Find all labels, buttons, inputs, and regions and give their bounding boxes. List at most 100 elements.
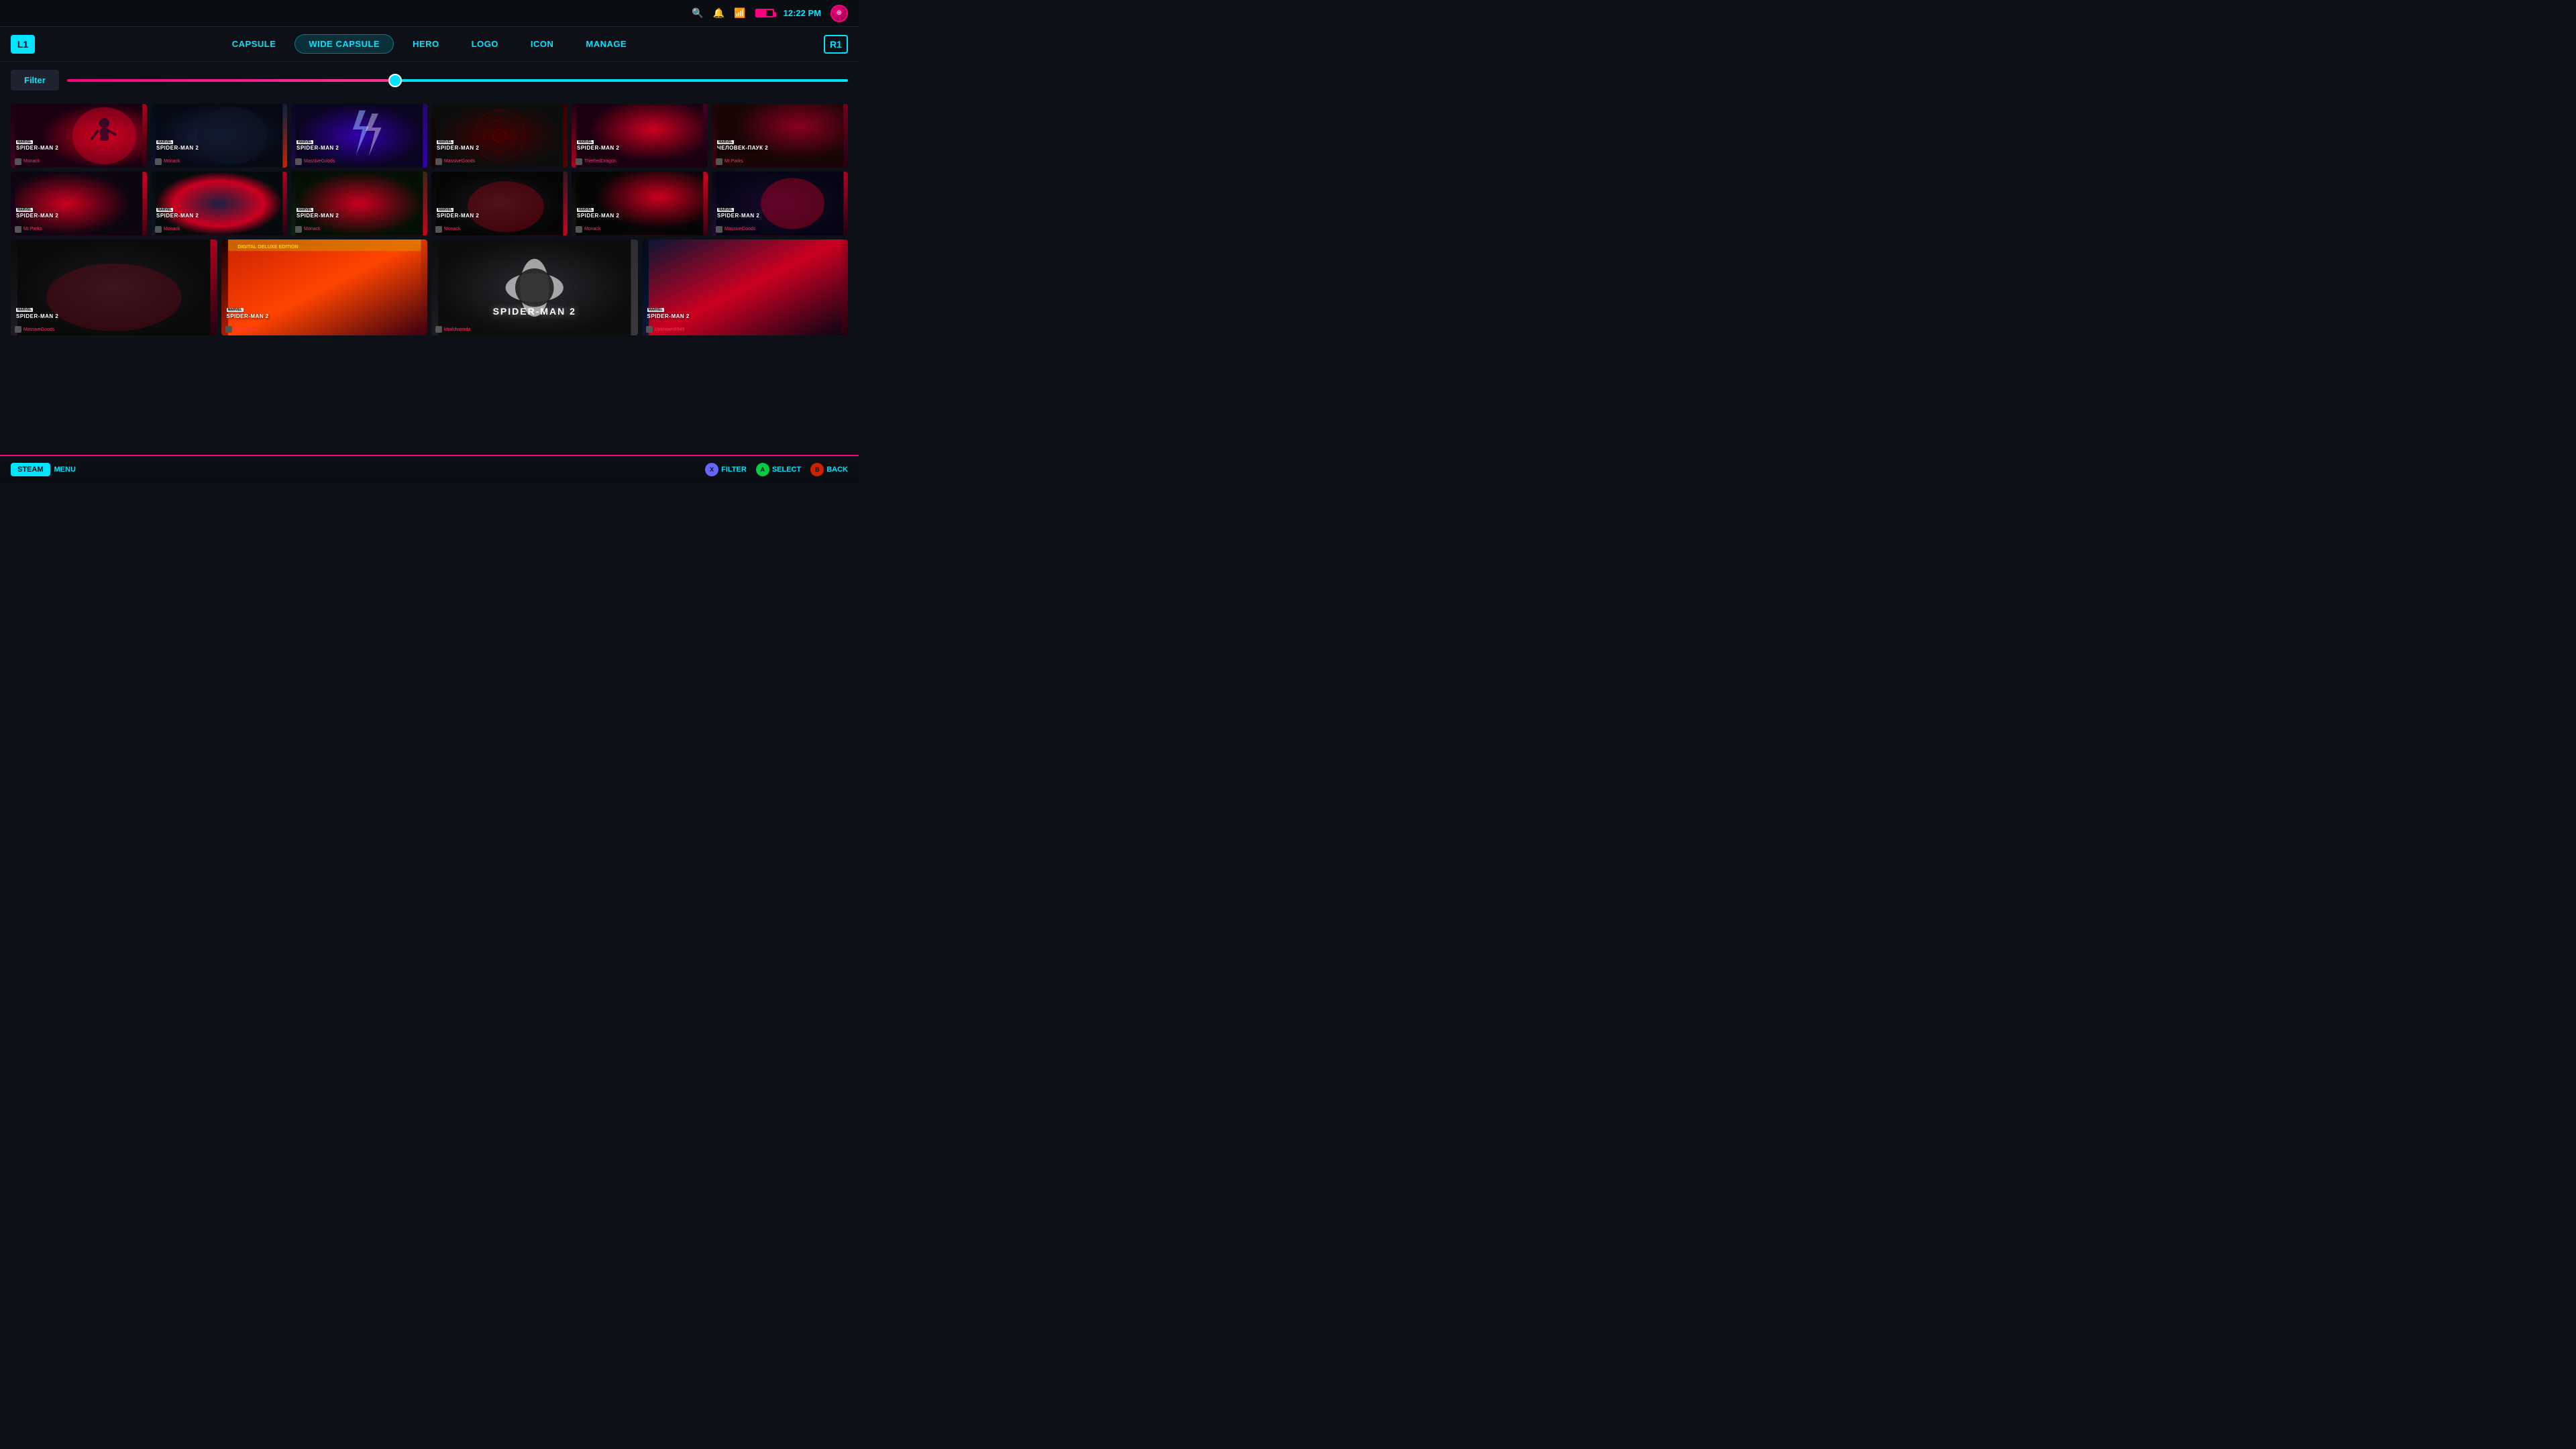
filter-button[interactable]: Filter xyxy=(11,70,59,91)
author-name: Mr.Parks xyxy=(724,159,743,164)
author-avatar-icon xyxy=(15,158,21,165)
author-avatar-icon xyxy=(155,158,162,165)
list-item[interactable]: SPIDER-MAN 2 khalidvamda xyxy=(431,239,638,336)
select-action: A SELECT xyxy=(756,463,801,476)
author-row: MassiveGoods xyxy=(716,226,755,233)
a-button-icon[interactable]: A xyxy=(756,463,769,476)
grid-row-1: MARVEL SPIDER-MAN 2 Monack MARVEL SPIDER xyxy=(11,104,848,168)
list-item[interactable]: MARVEL SPIDER-MAN 2 MassiveGoods xyxy=(431,104,568,168)
author-avatar-icon xyxy=(646,326,653,333)
r1-button[interactable]: R1 xyxy=(824,35,848,54)
author-avatar-icon xyxy=(155,226,162,233)
list-item[interactable]: MARVEL SPIDER-MAN 2 MassiveGoods xyxy=(291,104,427,168)
game-title: SPIDER-MAN 2 xyxy=(297,213,339,219)
author-avatar-icon xyxy=(576,226,582,233)
avatar[interactable]: ⊕ xyxy=(830,5,848,22)
game-title: SPIDER-MAN 2 xyxy=(16,145,58,152)
author-avatar-icon xyxy=(435,226,442,233)
filter-slider-thumb[interactable] xyxy=(388,74,402,87)
grid-row-2: MARVEL SPIDER-MAN 2 Mr.Parks MARVEL SPID… xyxy=(11,172,848,235)
author-row: Monack xyxy=(155,226,180,233)
list-item[interactable]: MARVEL SPIDER-MAN 2 Unknown6949 xyxy=(642,239,849,336)
filter-action-label: FILTER xyxy=(721,466,747,474)
list-item[interactable]: MARVEL SPIDER-MAN 2 Mr.Parks xyxy=(11,172,147,235)
tab-capsule[interactable]: CAPSULE xyxy=(219,35,290,53)
nav-bar: L1 CAPSULE WIDE CAPSULE HERO LOGO ICON M… xyxy=(0,27,859,62)
author-row: khalidvamda xyxy=(435,326,470,333)
system-bar: 🔍 🔔 📶 12:22 PM ⊕ xyxy=(0,0,859,27)
author-name: khalidvamda xyxy=(444,327,470,332)
b-button-icon[interactable]: B xyxy=(810,463,824,476)
game-logo: SPIDER-MAN 2 xyxy=(493,306,576,317)
thumb-art xyxy=(642,239,849,336)
author-name: Monack xyxy=(584,227,601,231)
game-thumbnail: MARVEL SPIDER-MAN 2 xyxy=(11,239,217,336)
marvel-label: MARVEL xyxy=(577,208,594,212)
game-title: SPIDER-MAN 2 xyxy=(16,213,58,219)
tab-wide-capsule[interactable]: WIDE CAPSULE xyxy=(294,34,394,54)
marvel-label: MARVEL xyxy=(16,208,33,212)
slider-fill xyxy=(67,79,395,82)
author-name: Mr.Parks xyxy=(23,227,42,231)
nav-tabs: CAPSULE WIDE CAPSULE HERO LOGO ICON MANA… xyxy=(219,34,640,54)
game-title: SPIDER-MAN 2 xyxy=(577,213,619,219)
list-item[interactable]: MARVEL SPIDER-MAN 2 Monack xyxy=(151,104,287,168)
list-item[interactable]: MARVEL SPIDER-MAN 2 MassiveGoods xyxy=(11,239,217,336)
author-avatar-icon xyxy=(225,326,232,333)
author-avatar-icon xyxy=(295,158,302,165)
bottom-right: X FILTER A SELECT B BACK xyxy=(705,463,848,476)
battery-icon xyxy=(755,9,774,17)
author-name: Monack xyxy=(444,227,461,231)
tab-logo[interactable]: LOGO xyxy=(458,35,512,53)
filter-action: X FILTER xyxy=(705,463,747,476)
search-icon[interactable]: 🔍 xyxy=(692,7,703,19)
game-title: SPIDER-MAN 2 xyxy=(647,313,690,320)
author-row: Monack xyxy=(576,226,601,233)
author-avatar-icon xyxy=(716,158,722,165)
steam-button[interactable]: STEAM xyxy=(11,463,50,476)
grid-row-3: MARVEL SPIDER-MAN 2 MassiveGoods DIGITAL… xyxy=(11,239,848,336)
game-title: SPIDER-MAN 2 xyxy=(297,145,339,152)
wifi-icon: 📶 xyxy=(734,7,745,19)
tab-hero[interactable]: HERO xyxy=(399,35,453,53)
author-name: TheRedDragon xyxy=(584,159,616,164)
game-thumbnail: DIGITAL DELUXE EDITION MARVEL SPIDER-MAN… xyxy=(221,239,428,336)
game-title: SPIDER-MAN 2 xyxy=(437,213,479,219)
author-row: Monack xyxy=(435,226,461,233)
author-avatar-icon xyxy=(15,226,21,233)
author-row: CluckenDip xyxy=(225,326,258,333)
author-avatar-icon xyxy=(295,226,302,233)
game-logo: MARVEL SPIDER-MAN 2 xyxy=(16,207,58,219)
l1-button[interactable]: L1 xyxy=(11,35,35,54)
author-row: Mr.Parks xyxy=(716,158,743,165)
author-avatar-icon xyxy=(576,158,582,165)
x-button-icon[interactable]: X xyxy=(705,463,718,476)
marvel-label: MARVEL xyxy=(577,140,594,144)
list-item[interactable]: DIGITAL DELUXE EDITION MARVEL SPIDER-MAN… xyxy=(221,239,428,336)
list-item[interactable]: MARVEL SPIDER-MAN 2 Monack xyxy=(431,172,568,235)
game-logo: MARVEL SPIDER-MAN 2 xyxy=(227,307,269,319)
select-action-label: SELECT xyxy=(772,466,801,474)
marvel-label: MARVEL xyxy=(227,308,244,312)
list-item[interactable]: MARVEL SPIDER-MAN 2 MassiveGoods xyxy=(712,172,848,235)
thumb-art xyxy=(11,239,217,336)
game-title: SPIDER-MAN 2 xyxy=(493,306,576,317)
list-item[interactable]: MARVEL ЧЕЛОВЕК-ПАУК 2 Mr.Parks xyxy=(712,104,848,168)
bell-icon[interactable]: 🔔 xyxy=(713,7,724,19)
game-title: SPIDER-MAN 2 xyxy=(717,213,759,219)
slider-track-inner xyxy=(67,79,848,82)
list-item[interactable]: MARVEL SPIDER-MAN 2 TheRedDragon xyxy=(572,104,708,168)
thumb-art xyxy=(431,239,638,336)
tab-manage[interactable]: MANAGE xyxy=(572,35,640,53)
list-item[interactable]: MARVEL SPIDER-MAN 2 Monack xyxy=(151,172,287,235)
list-item[interactable]: MARVEL SPIDER-MAN 2 Monack xyxy=(11,104,147,168)
marvel-label: MARVEL xyxy=(647,308,664,312)
list-item[interactable]: MARVEL SPIDER-MAN 2 Monack xyxy=(291,172,427,235)
author-row: MassiveGoods xyxy=(15,326,54,333)
author-row: TheRedDragon xyxy=(576,158,616,165)
author-row: Monack xyxy=(15,158,40,165)
tab-icon[interactable]: ICON xyxy=(517,35,568,53)
back-action: B BACK xyxy=(810,463,848,476)
list-item[interactable]: MARVEL SPIDER-MAN 2 Monack xyxy=(572,172,708,235)
author-name: MassiveGoods xyxy=(724,227,755,231)
